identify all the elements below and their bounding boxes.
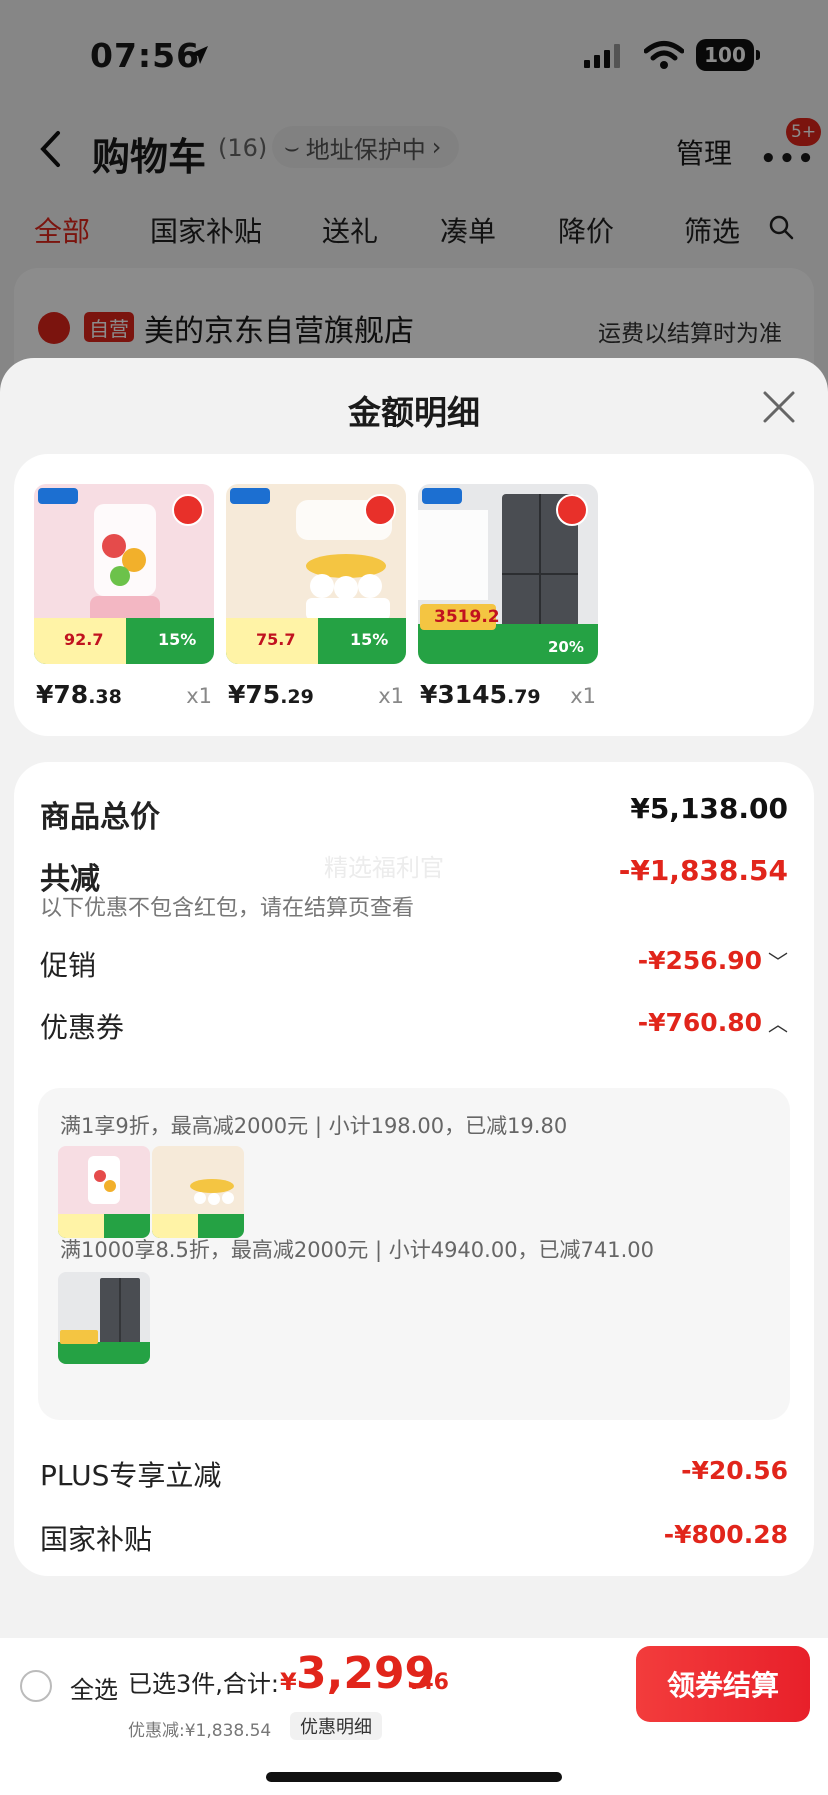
product-list: 92.7 15% ¥78.38 x1 75.7 15% ¥75.29 x1 35… — [14, 454, 814, 736]
close-icon[interactable] — [762, 390, 796, 424]
product-price: ¥75.29 — [228, 680, 314, 709]
product-item[interactable]: 75.7 15% ¥75.29 x1 — [226, 484, 406, 709]
badge-price-label: 3519.2 — [434, 607, 500, 627]
subsidy-label: 20% — [548, 638, 584, 656]
sheet-title: 金额明细 — [348, 393, 480, 432]
product-image: 75.7 15% — [226, 484, 406, 664]
product-qty: x1 — [378, 684, 404, 708]
coupon-product-thumb — [152, 1146, 244, 1238]
egg-steamer-thumb-image — [152, 1146, 244, 1238]
coupon-rule-1: 满1享9折，最高减2000元 | 小计198.00，已减19.80 — [60, 1114, 568, 1138]
product-image: 3519.2 20% — [418, 484, 598, 664]
coupon-product-thumb — [58, 1146, 150, 1238]
badge-price-label: 92.7 — [64, 630, 104, 649]
coupon-row-toggle[interactable]: -¥760.80 ︿ — [638, 1008, 788, 1037]
product-image: 92.7 15% — [34, 484, 214, 664]
product-qty: x1 — [186, 684, 212, 708]
selection-summary: 已选3件,合计: — [128, 1670, 279, 1698]
promo-label: 促销 — [40, 949, 97, 982]
coupon-rule-2: 满1000享8.5折，最高减2000元 | 小计4940.00，已减741.00 — [60, 1238, 655, 1262]
select-all-checkbox[interactable] — [20, 1670, 52, 1702]
currency-symbol: ¥ — [280, 1668, 297, 1696]
reduce-value: -¥1,838.54 — [618, 854, 788, 887]
national-subsidy-value: -¥800.28 — [663, 1520, 788, 1549]
promo-row-toggle[interactable]: -¥256.90 ﹀ — [638, 946, 788, 975]
price-int: ¥3145 — [420, 680, 507, 709]
national-subsidy-label: 国家补贴 — [40, 1523, 153, 1556]
select-all-label[interactable]: 全选 — [70, 1670, 118, 1705]
product-item[interactable]: 92.7 15% ¥78.38 x1 — [34, 484, 214, 709]
product-qty: x1 — [570, 684, 596, 708]
coupon-detail-box: 满1享9折，最高减2000元 | 小计198.00，已减19.80 满1000享… — [38, 1088, 790, 1420]
total-price-value: ¥5,138.00 — [630, 792, 788, 825]
price-int: ¥78 — [36, 680, 89, 709]
price-int: ¥75 — [228, 680, 281, 709]
promo-value: -¥256.90 — [637, 946, 762, 975]
amount-detail-sheet: 金额明细 92.7 15% ¥78.38 x1 75.7 15% ¥75.29 … — [0, 358, 828, 1638]
blender-thumb-image — [58, 1146, 150, 1238]
product-checkbox[interactable] — [556, 494, 588, 526]
discount-detail-button[interactable]: 优惠明细 — [290, 1712, 382, 1740]
chevron-up-icon: ︿ — [768, 1012, 788, 1036]
checkout-button[interactable]: 领券结算 — [636, 1646, 810, 1722]
reduce-note: 以下优惠不包含红包，请在结算页查看 — [40, 896, 415, 921]
chevron-down-icon: ﹀ — [768, 950, 788, 974]
total-amount-decimal: .46 — [410, 1670, 449, 1695]
product-checkbox[interactable] — [172, 494, 204, 526]
product-item[interactable]: 3519.2 20% ¥3145.79 x1 — [418, 484, 598, 709]
refrigerator-thumb-image — [58, 1272, 150, 1364]
coupon-product-thumb — [58, 1272, 150, 1364]
price-dec: .38 — [88, 686, 122, 708]
product-price: ¥78.38 — [36, 680, 122, 709]
subsidy-label: 15% — [350, 630, 389, 649]
subsidy-label: 15% — [158, 630, 197, 649]
badge-price-label: 75.7 — [256, 630, 296, 649]
discount-summary: 优惠减:¥1,838.54 — [128, 1721, 272, 1741]
coupon-value: -¥760.80 — [637, 1008, 762, 1037]
product-checkbox[interactable] — [364, 494, 396, 526]
product-price: ¥3145.79 — [420, 680, 541, 709]
plus-discount-value: -¥20.56 — [681, 1456, 788, 1485]
total-price-label: 商品总价 — [40, 800, 160, 835]
plus-discount-label: PLUS专享立减 — [40, 1459, 222, 1492]
price-dec: .29 — [280, 686, 314, 708]
price-breakdown: 商品总价 ¥5,138.00 精选福利官 共减 -¥1,838.54 以下优惠不… — [14, 762, 814, 1576]
price-dec: .79 — [506, 686, 541, 708]
watermark: 精选福利官 — [324, 854, 444, 882]
home-indicator — [266, 1772, 562, 1782]
coupon-label: 优惠券 — [40, 1011, 125, 1044]
